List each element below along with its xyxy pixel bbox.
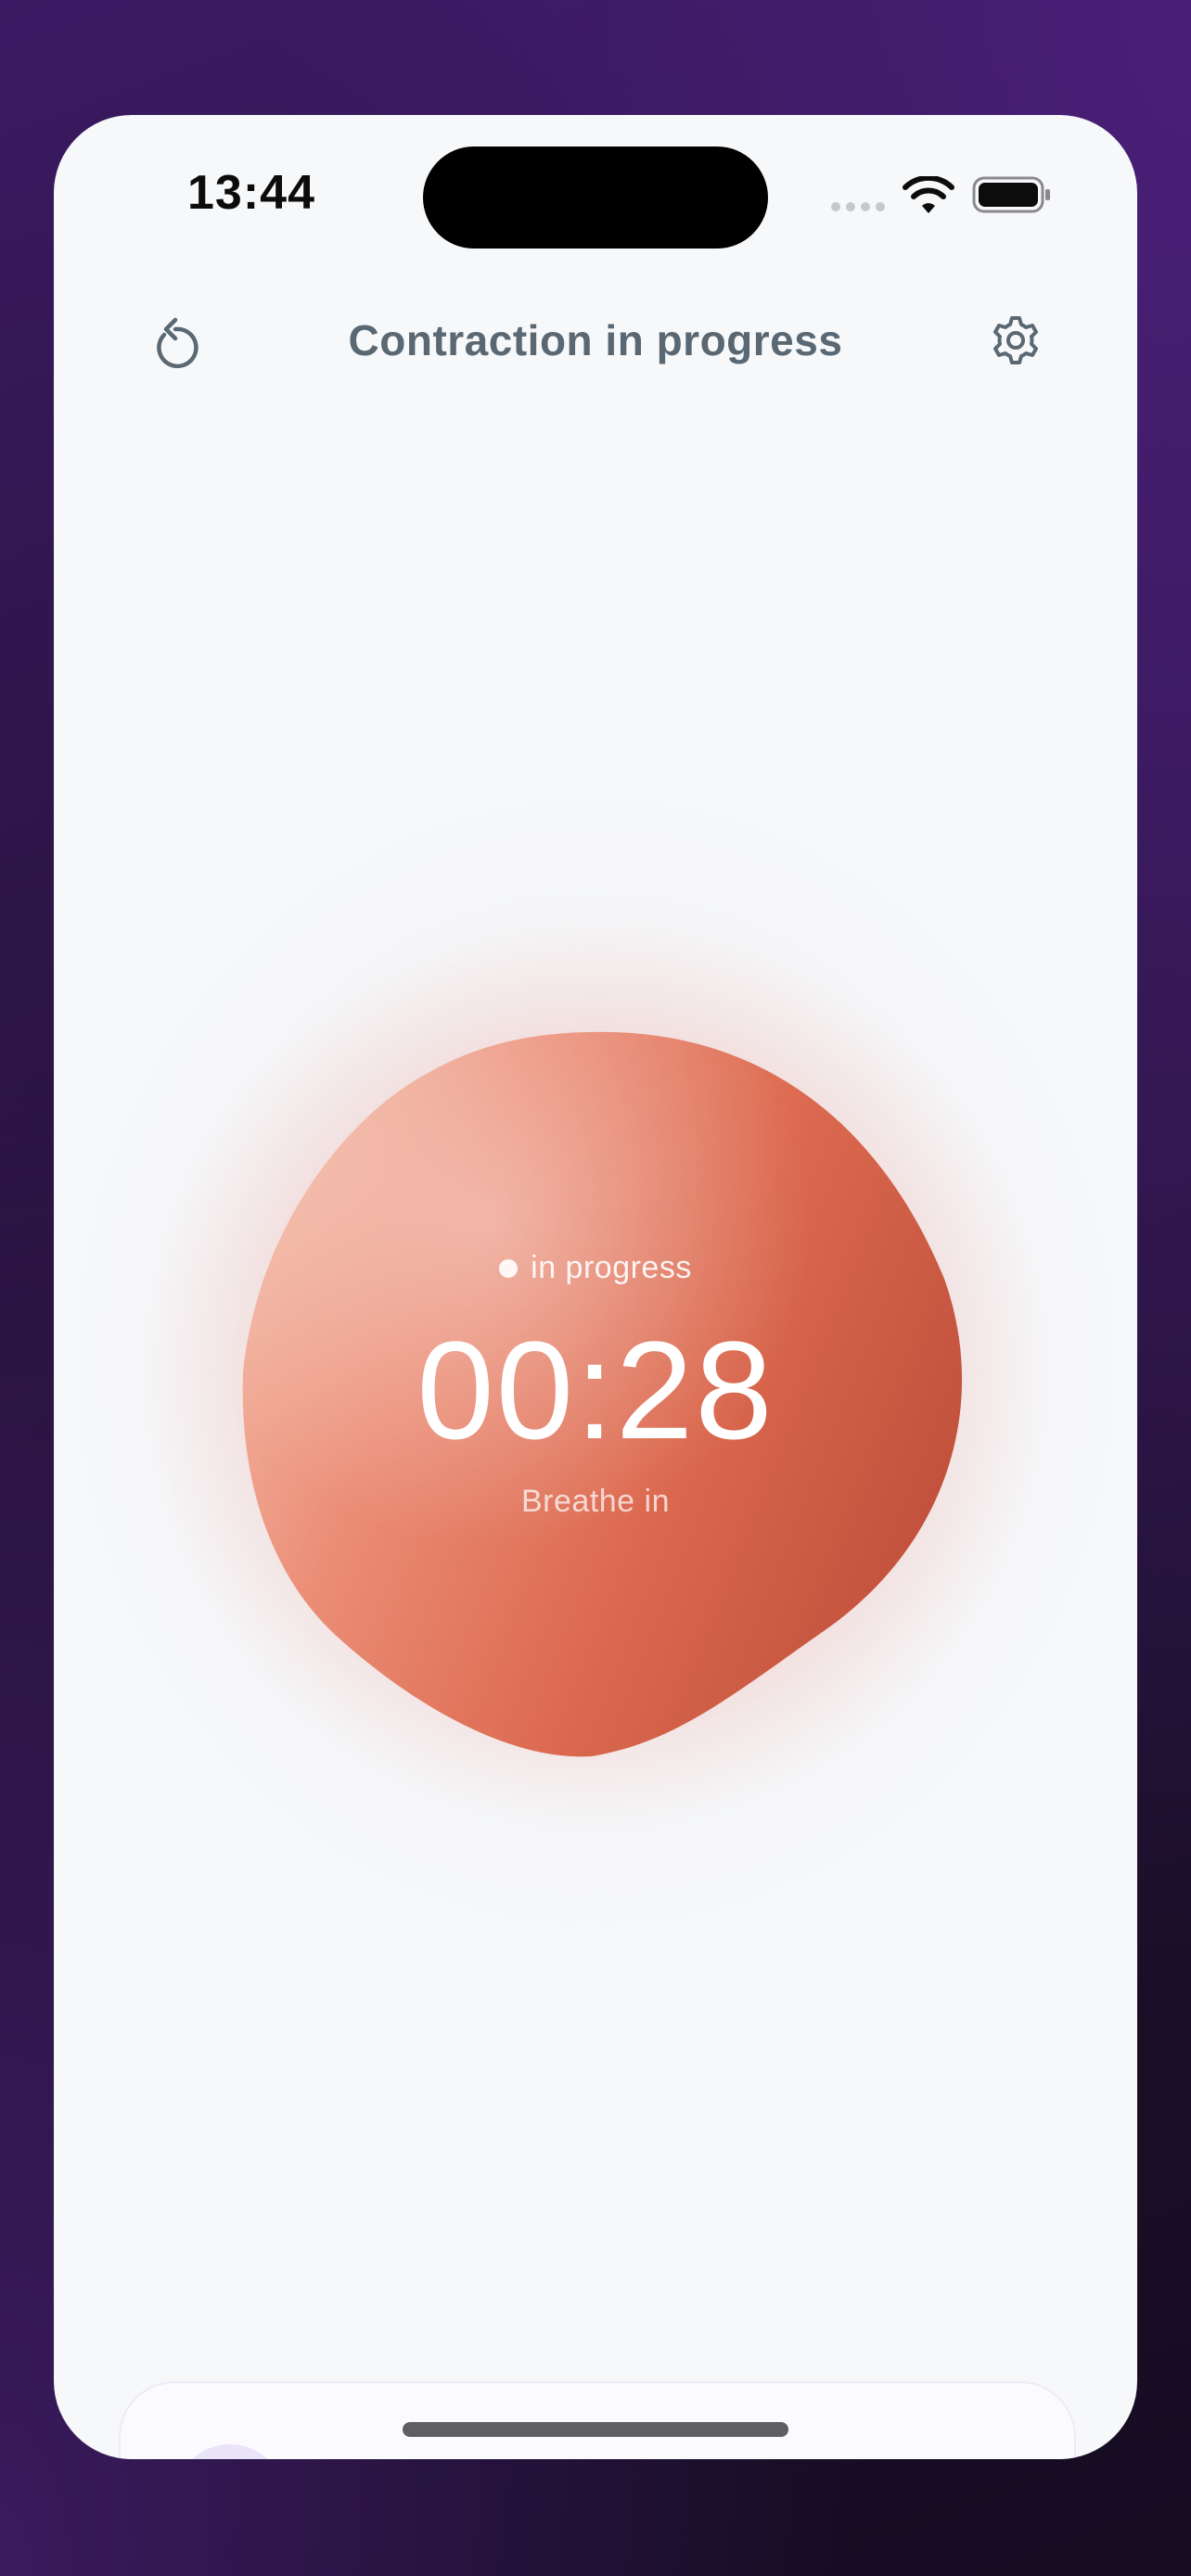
status-label: in progress: [531, 1250, 692, 1285]
battery-icon: [972, 176, 1050, 213]
status-indicator: in progress: [54, 1250, 1137, 1286]
live-dot-icon: [499, 1258, 519, 1278]
phone-screen: 13:44 Contraction in progress in progres…: [54, 115, 1137, 2459]
gear-icon: [993, 316, 1038, 364]
status-time: 13:44: [187, 166, 315, 220]
home-indicator[interactable]: [403, 2422, 788, 2437]
wifi-icon: [903, 176, 954, 213]
cellular-signal-icon: [831, 202, 885, 211]
dynamic-island: [423, 147, 768, 249]
bottom-sheet[interactable]: [119, 2381, 1076, 2459]
elapsed-timer: 00:28: [416, 1312, 775, 1468]
settings-button[interactable]: [974, 299, 1057, 382]
breathing-cue: Breathe in: [521, 1484, 670, 1519]
